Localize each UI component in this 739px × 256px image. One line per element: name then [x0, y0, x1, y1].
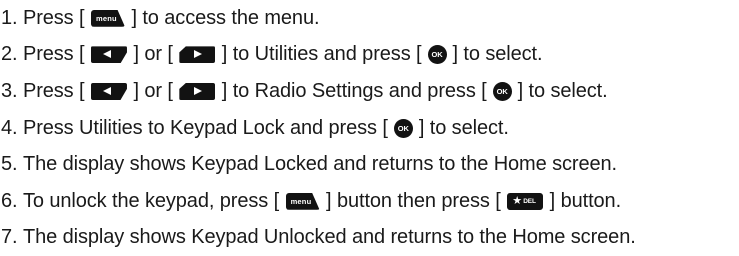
step-text: ] to select. — [418, 116, 509, 139]
step-text: The display shows Keypad Locked and retu… — [22, 153, 617, 176]
left-arrow-key-icon — [90, 82, 127, 100]
step-text: To unlock the keypad, press [ — [22, 189, 280, 212]
step-text: Press [ — [22, 6, 85, 29]
step-text: ] button. — [549, 189, 622, 212]
ok-key-icon: OK — [492, 81, 512, 101]
step-text: ] to access the menu. — [131, 6, 320, 29]
menu-key-icon: menu — [90, 9, 125, 27]
step-text: ] or [ — [133, 43, 173, 66]
step-text: ] to select. — [452, 43, 543, 66]
step-3: 3. Press [ ] or [ ] to Radio Settings an… — [1, 73, 739, 110]
step-text: The display shows Keypad Unlocked and re… — [22, 226, 636, 249]
step-number: 6. — [1, 189, 18, 212]
step-text: Press [ — [22, 79, 85, 102]
step-text: Press Utilities to Keypad Lock and press… — [22, 116, 388, 139]
step-2: 2. Press [ ] or [ ] to Utilities and pre… — [1, 37, 739, 74]
menu-key-icon: menu — [285, 192, 320, 210]
step-7: 7. The display shows Keypad Unlocked and… — [1, 220, 739, 256]
left-arrow-key-icon — [90, 46, 127, 64]
step-number: 2. — [1, 43, 18, 66]
step-number: 7. — [1, 226, 18, 249]
step-6: 6. To unlock the keypad, press [ menu ] … — [1, 183, 739, 220]
step-number: 1. — [1, 6, 18, 29]
step-text: ] to Utilities and press [ — [221, 43, 422, 66]
step-5: 5. The display shows Keypad Locked and r… — [1, 146, 739, 183]
step-text: ] to Radio Settings and press [ — [221, 79, 487, 102]
step-text: ] to select. — [517, 79, 608, 102]
step-number: 4. — [1, 116, 18, 139]
ok-key-icon: OK — [393, 118, 413, 138]
step-text: Press [ — [22, 43, 85, 66]
right-arrow-key-icon — [179, 46, 216, 64]
step-text: ] or [ — [133, 79, 173, 102]
step-number: 5. — [1, 153, 18, 176]
star-del-key-icon: ★ DEL — [507, 192, 544, 210]
step-number: 3. — [1, 79, 18, 102]
step-text: ] button then press [ — [326, 189, 501, 212]
ok-key-icon: OK — [427, 45, 447, 65]
instruction-list: 1. Press [ menu ] to access the menu. 2.… — [1, 0, 739, 256]
right-arrow-key-icon — [179, 82, 216, 100]
step-4: 4. Press Utilities to Keypad Lock and pr… — [1, 110, 739, 147]
step-1: 1. Press [ menu ] to access the menu. — [1, 0, 739, 37]
